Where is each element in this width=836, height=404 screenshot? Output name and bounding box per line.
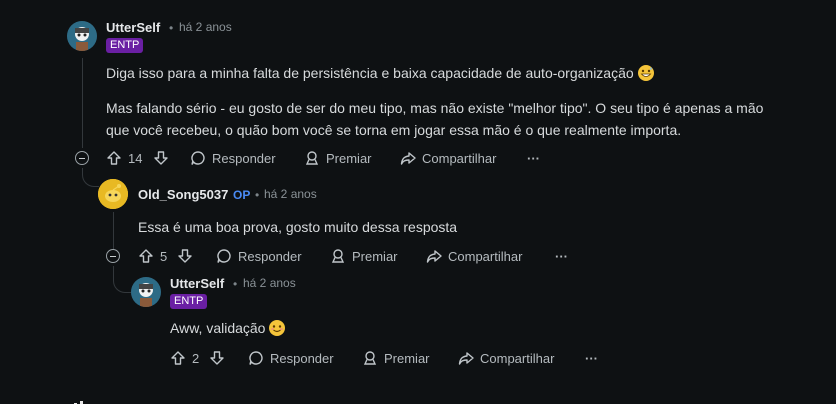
upvote-button[interactable]: 14 — [106, 148, 142, 168]
upvote-icon — [171, 351, 185, 365]
thread-connector — [82, 168, 99, 187]
comment-body: Aww, validação — [170, 314, 286, 342]
reply-label: Responder — [270, 350, 334, 366]
reply-button[interactable]: Responder — [216, 246, 302, 266]
avatar[interactable] — [131, 277, 161, 307]
user-flair: ENTP — [106, 38, 144, 53]
next-comment-avatar-partial — [70, 396, 94, 404]
separator-dot: • — [255, 188, 260, 202]
downvote-icon — [154, 151, 168, 165]
timestamp[interactable]: há 2 anos — [179, 20, 232, 34]
share-icon — [400, 152, 416, 165]
reply-button[interactable]: Responder — [190, 148, 276, 168]
smile-emoji-icon — [269, 320, 286, 336]
award-icon — [331, 249, 345, 263]
comment-icon — [217, 249, 231, 263]
share-label: Compartilhar — [480, 350, 555, 366]
timestamp[interactable]: há 2 anos — [243, 276, 296, 290]
upvote-button[interactable]: 2 — [170, 348, 199, 368]
vote-count: 14 — [128, 150, 143, 166]
share-label: Compartilhar — [448, 248, 523, 264]
username[interactable]: UtterSelf — [170, 276, 224, 291]
award-label: Premiar — [352, 248, 398, 264]
user-flair: ENTP — [170, 294, 208, 309]
comment-actions: 5 Responder Premiar Compartilhar ··· — [138, 246, 578, 266]
op-badge: OP — [233, 188, 251, 202]
separator-dot: • — [169, 21, 174, 35]
more-options-button[interactable]: ··· — [585, 348, 598, 368]
upvote-button[interactable]: 5 — [138, 246, 167, 266]
grin-sweat-emoji-icon — [637, 65, 654, 81]
more-icon: ··· — [585, 350, 598, 366]
username[interactable]: UtterSelf — [106, 20, 160, 35]
upvote-icon — [107, 151, 121, 165]
downvote-button[interactable] — [209, 348, 231, 368]
collapse-icon[interactable] — [106, 249, 120, 263]
comment-icon — [249, 351, 263, 365]
more-icon: ··· — [555, 248, 568, 264]
share-icon — [426, 250, 442, 263]
reply-label: Responder — [212, 150, 276, 166]
more-icon: ··· — [527, 150, 540, 166]
share-button[interactable]: Compartilhar — [400, 148, 496, 168]
more-options-button[interactable]: ··· — [527, 148, 540, 168]
share-icon — [458, 352, 474, 365]
avatar[interactable] — [67, 21, 97, 51]
reply-label: Responder — [238, 248, 302, 264]
reply-button[interactable]: Responder — [248, 348, 334, 368]
separator-dot: • — [233, 277, 238, 291]
comment-actions: 2 Responder Premiar Compartilhar ··· — [170, 348, 610, 368]
downvote-button[interactable] — [177, 246, 199, 266]
thread-line — [113, 212, 114, 250]
vote-count: 2 — [192, 350, 200, 366]
award-button[interactable]: Premiar — [304, 148, 372, 168]
award-icon — [305, 151, 319, 165]
share-button[interactable]: Compartilhar — [458, 348, 554, 368]
vote-count: 5 — [160, 248, 168, 264]
thread-connector — [113, 266, 131, 293]
award-button[interactable]: Premiar — [330, 246, 398, 266]
thread-line — [82, 58, 83, 148]
upvote-icon — [139, 249, 153, 263]
timestamp[interactable]: há 2 anos — [264, 187, 317, 201]
award-button[interactable]: Premiar — [362, 348, 430, 368]
comment-body: Diga isso para a minha falta de persistê… — [106, 59, 654, 87]
comment-icon — [191, 151, 205, 165]
avatar[interactable] — [98, 179, 128, 209]
downvote-button[interactable] — [153, 148, 175, 168]
award-label: Premiar — [384, 350, 430, 366]
more-options-button[interactable]: ··· — [555, 246, 568, 266]
comment-text: que você recebeu, o quão bom você se tor… — [106, 122, 682, 138]
share-button[interactable]: Compartilhar — [426, 246, 522, 266]
award-label: Premiar — [326, 150, 372, 166]
downvote-icon — [178, 249, 192, 263]
comment-text: Aww, validação — [170, 320, 266, 336]
collapse-icon[interactable] — [75, 151, 89, 165]
comment-text: Essa é uma boa prova, gosto muito dessa … — [138, 219, 458, 235]
downvote-icon — [210, 351, 224, 365]
comment-text: Diga isso para a minha falta de persistê… — [106, 65, 634, 81]
comment-actions: 14 Responder Premiar Compartilhar ··· — [106, 148, 546, 168]
award-icon — [363, 351, 377, 365]
username[interactable]: Old_Song5037 — [138, 187, 228, 202]
share-label: Compartilhar — [422, 150, 497, 166]
